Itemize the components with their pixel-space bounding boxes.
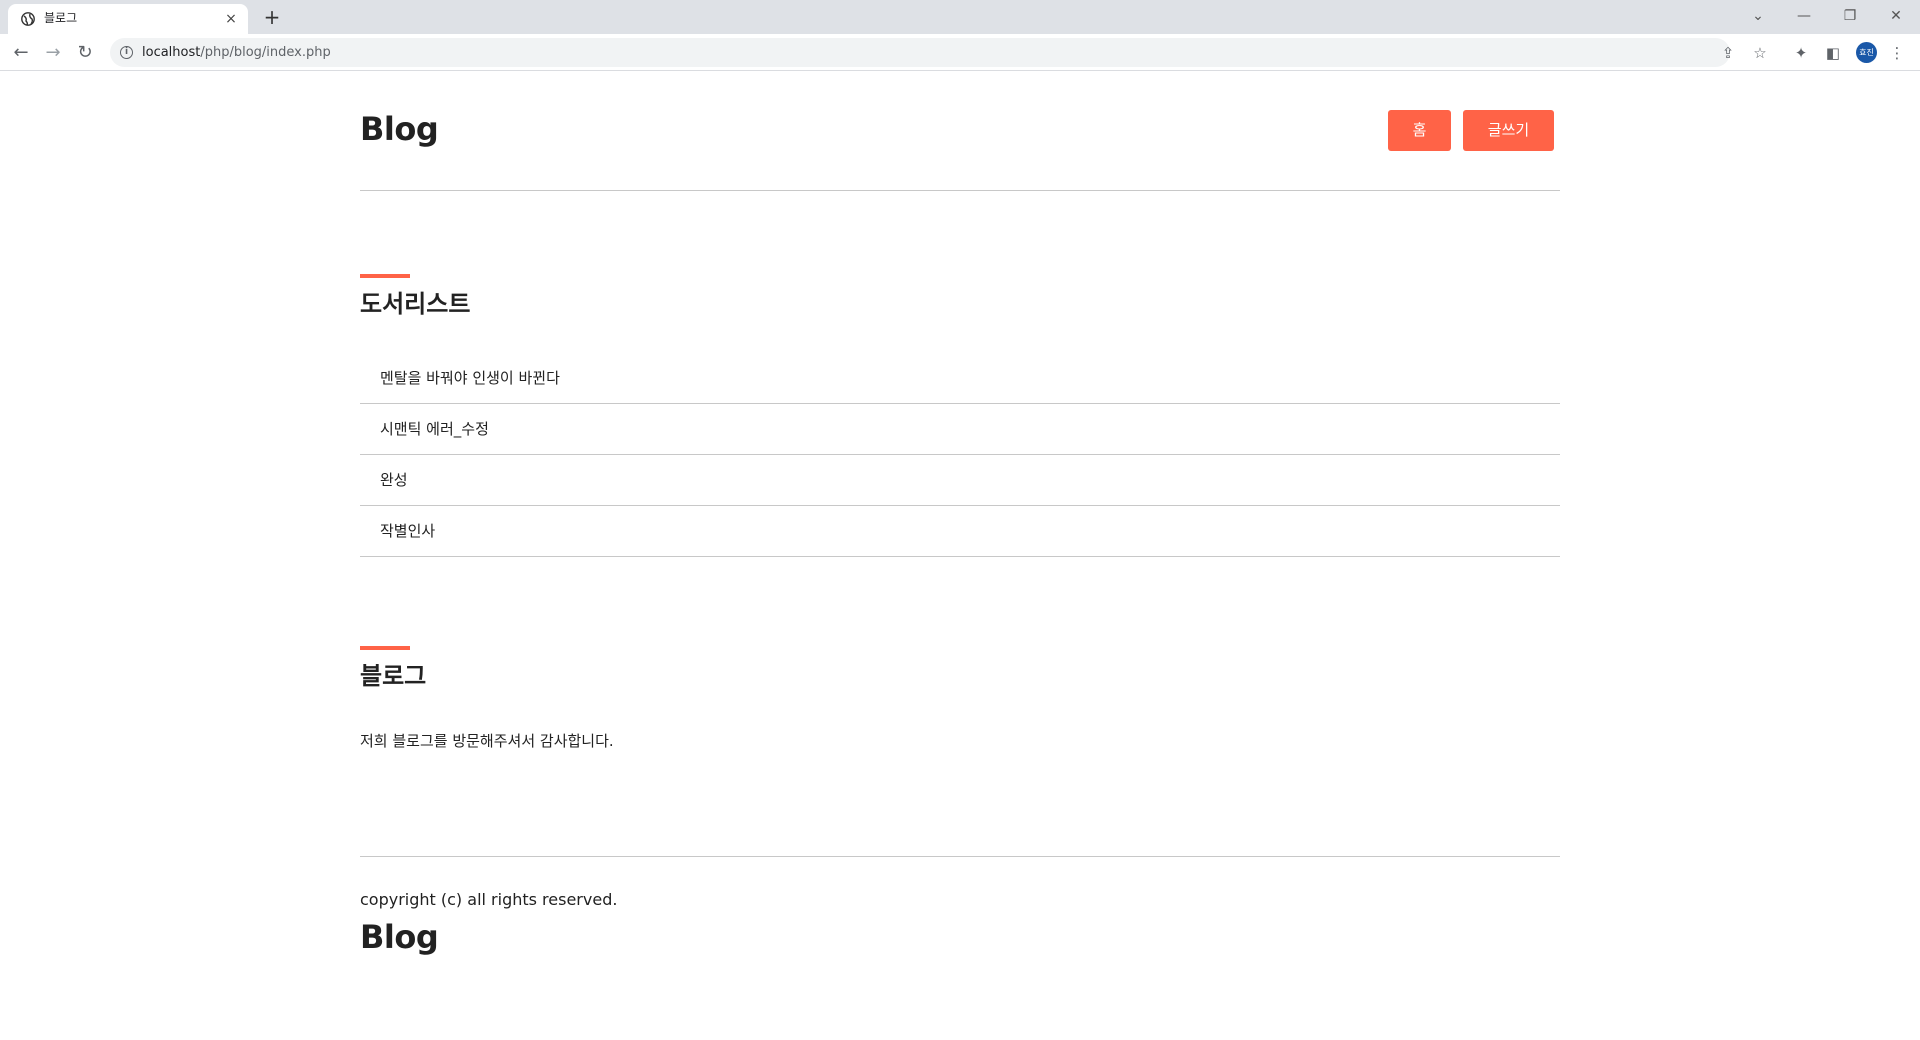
browser-tab-bar: 블로그 × + ⌄ — ❐ ✕	[0, 0, 1920, 34]
post-list-title: 도서리스트	[360, 290, 471, 318]
section-accent-bar	[360, 274, 410, 278]
about-text: 저희 블로그를 방문해주셔서 감사합니다.	[360, 732, 614, 750]
home-button[interactable]: 홈	[1388, 110, 1451, 151]
site-logo[interactable]: Blog	[360, 109, 439, 149]
forward-icon[interactable]: →	[41, 41, 65, 65]
share-icon[interactable]: ⇪	[1718, 43, 1738, 63]
globe-icon	[21, 12, 35, 26]
site-header: Blog 홈 글쓰기	[360, 71, 1560, 191]
url-text[interactable]: localhost/php/blog/index.php	[142, 44, 331, 61]
list-item[interactable]: 완성	[360, 455, 1560, 506]
restore-icon[interactable]: ❐	[1830, 4, 1870, 28]
list-item[interactable]: 시맨틱 에러_수정	[360, 404, 1560, 455]
avatar[interactable]: 효진	[1856, 42, 1877, 63]
star-icon[interactable]: ☆	[1750, 43, 1770, 63]
list-item[interactable]: 작별인사	[360, 506, 1560, 557]
footer-divider	[360, 856, 1560, 857]
section-accent-bar	[360, 646, 410, 650]
menu-icon[interactable]: ⋮	[1886, 42, 1908, 64]
browser-tab[interactable]: 블로그 ×	[8, 4, 248, 34]
footer-logo: Blog	[360, 918, 439, 956]
extensions-icon[interactable]: ✦	[1790, 42, 1812, 64]
minimize-icon[interactable]: —	[1784, 4, 1824, 28]
write-button[interactable]: 글쓰기	[1463, 110, 1554, 151]
close-icon[interactable]: ×	[221, 9, 241, 29]
web-page: Blog 홈 글쓰기 도서리스트 멘탈을 바꿔야 인생이 바뀐다 시맨틱 에러_…	[0, 71, 1920, 1040]
post-list: 멘탈을 바꿔야 인생이 바뀐다 시맨틱 에러_수정 완성 작별인사	[360, 353, 1560, 557]
list-item[interactable]: 멘탈을 바꿔야 인생이 바뀐다	[360, 353, 1560, 404]
tab-search-icon[interactable]: ⌄	[1738, 4, 1778, 28]
reload-icon[interactable]: ↻	[73, 41, 97, 65]
window-close-icon[interactable]: ✕	[1876, 4, 1916, 28]
about-title: 블로그	[360, 662, 427, 690]
sidepanel-icon[interactable]: ◧	[1822, 42, 1844, 64]
address-bar[interactable]: i localhost/php/blog/index.php ⇪ ☆	[110, 38, 1767, 67]
browser-toolbar: ← → ↻ i localhost/php/blog/index.php ⇪ ☆…	[0, 34, 1920, 71]
info-icon[interactable]: i	[120, 46, 133, 59]
plus-icon[interactable]: +	[260, 6, 284, 30]
back-icon[interactable]: ←	[9, 41, 33, 65]
tab-title: 블로그	[44, 11, 78, 25]
copyright-text: copyright (c) all rights reserved.	[360, 890, 618, 909]
